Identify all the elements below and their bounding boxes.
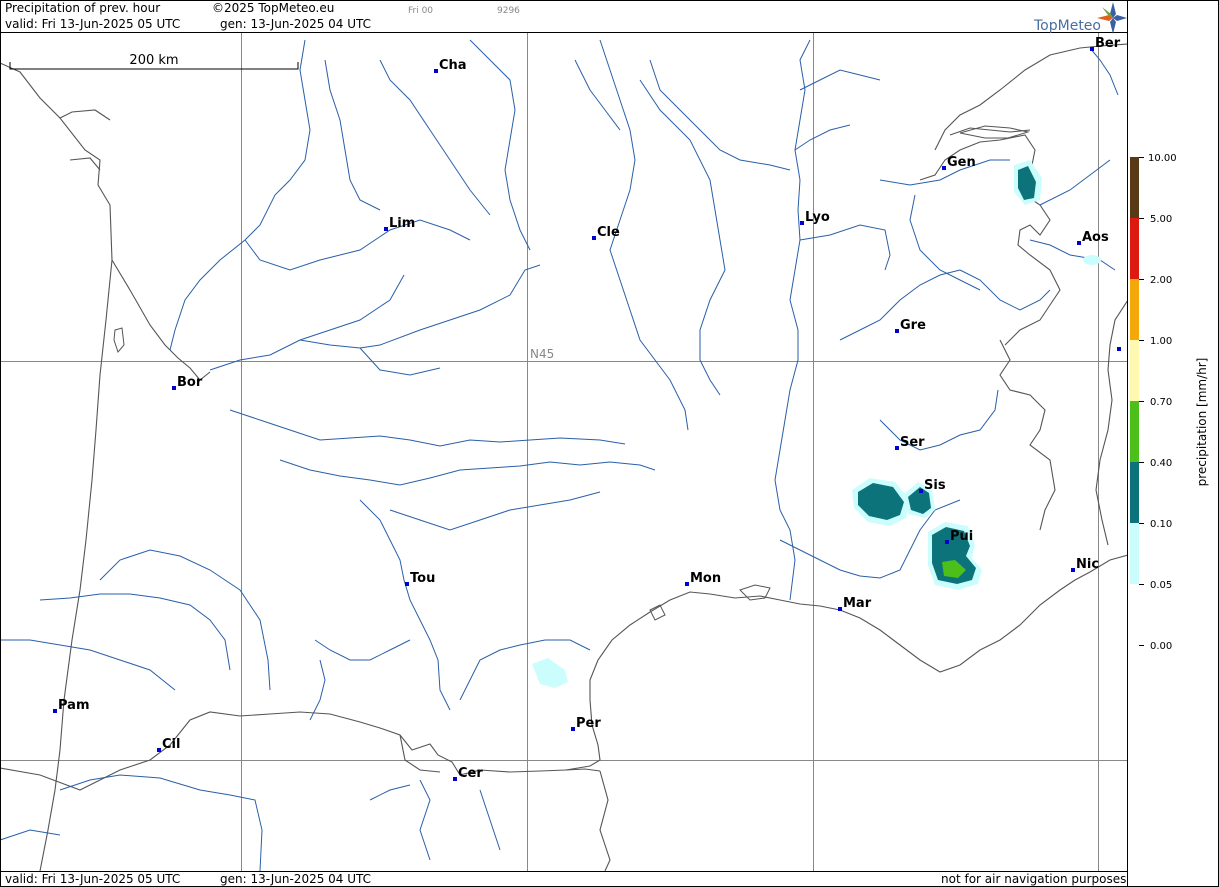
- city-aos[interactable]: Aos: [1077, 230, 1109, 245]
- city-marker-icon: [1071, 568, 1075, 572]
- city-marker-icon: [895, 329, 899, 333]
- city-cle[interactable]: Cle: [592, 225, 620, 240]
- legend-tick: 1.00: [1150, 336, 1172, 347]
- city-label: Pui: [950, 529, 973, 544]
- map-canvas[interactable]: TopMeteo N45 Cha Ber Gen Lim Cle Lyo Aos…: [0, 0, 1219, 887]
- city-markers: Cha Ber Gen Lim Cle Lyo Aos Gre Bor Ser …: [53, 36, 1121, 781]
- legend: 10.00 5.00 2.00 1.00 0.70 0.40 0.10 0.05…: [1130, 153, 1209, 652]
- precip-light-cell: [532, 658, 568, 688]
- city-marker-icon: [942, 166, 946, 170]
- city-label: Nic: [1076, 557, 1099, 572]
- city-marker-icon: [1077, 241, 1081, 245]
- city-label: Cha: [439, 58, 467, 73]
- city-label: Aos: [1082, 230, 1109, 245]
- city-marker-icon: [405, 582, 409, 586]
- legend-tick: 0.00: [1150, 641, 1172, 652]
- city-marker-icon: [172, 386, 176, 390]
- legend-tick: 2.00: [1150, 275, 1172, 286]
- city-gen[interactable]: Gen: [942, 155, 976, 170]
- city-label: Ber: [1095, 36, 1121, 51]
- city-sis[interactable]: Sis: [919, 478, 946, 493]
- city-label: Tou: [410, 571, 435, 586]
- map-area: N45 Cha Ber Gen Lim Cle Lyo Aos Gre Bor …: [1, 33, 1127, 871]
- latitude-label: N45: [530, 347, 554, 361]
- lakes: [113, 125, 1030, 621]
- city-label: Mar: [843, 596, 872, 611]
- city-label: Lyo: [805, 210, 830, 225]
- legend-axis-label: precipitation [mm/hr]: [1195, 358, 1209, 487]
- legend-swatch: [1130, 218, 1139, 279]
- city-label: Per: [576, 716, 601, 731]
- legend-tick: 0.10: [1150, 519, 1172, 530]
- city-marker-icon: [384, 227, 388, 231]
- city-label: Sis: [924, 478, 946, 493]
- city-gre[interactable]: Gre: [895, 318, 926, 333]
- city-pam[interactable]: Pam: [53, 698, 90, 713]
- legend-tick: 0.70: [1150, 397, 1172, 408]
- compass-star-icon: [1097, 2, 1127, 34]
- city-marker-icon: [895, 446, 899, 450]
- city-per[interactable]: Per: [571, 716, 601, 731]
- legend-tick: 0.05: [1150, 580, 1172, 591]
- legend-swatch: [1130, 279, 1139, 340]
- topmeteo-logo: TopMeteo: [1033, 2, 1127, 34]
- legend-swatch: [1130, 523, 1139, 584]
- scale-bar: 200 km: [9, 53, 299, 70]
- legend-tick: 0.40: [1150, 458, 1172, 469]
- city-mon[interactable]: Mon: [685, 571, 721, 586]
- city-ser[interactable]: Ser: [895, 435, 925, 450]
- city-mar[interactable]: Mar: [838, 596, 872, 611]
- city-label: Ser: [900, 435, 925, 450]
- city-cha[interactable]: Cha: [434, 58, 467, 73]
- city-marker-icon: [53, 709, 57, 713]
- city-cer[interactable]: Cer: [453, 766, 483, 781]
- city-marker-icon: [434, 69, 438, 73]
- logo-text: TopMeteo: [1033, 18, 1101, 34]
- city-label: Cil: [162, 737, 180, 752]
- city-marker-icon: [1117, 347, 1121, 351]
- city-marker-icon: [592, 236, 596, 240]
- scale-bar-label: 200 km: [129, 53, 178, 68]
- city-label: Cle: [597, 225, 620, 240]
- city-marker-icon: [945, 540, 949, 544]
- outer-frame: [0, 0, 1219, 887]
- legend-swatch: [1130, 401, 1139, 462]
- city-label: Gre: [900, 318, 926, 333]
- city-marker-icon: [571, 727, 575, 731]
- city-marker-icon: [685, 582, 689, 586]
- city-pui[interactable]: Pui: [945, 529, 973, 544]
- city-label: Lim: [389, 216, 415, 231]
- city-lyo[interactable]: Lyo: [800, 210, 830, 225]
- legend-tick: 5.00: [1150, 214, 1172, 225]
- city-tou[interactable]: Tou: [405, 571, 435, 586]
- city-label: Cer: [458, 766, 483, 781]
- city-cil[interactable]: Cil: [157, 737, 180, 752]
- legend-swatch: [1130, 157, 1139, 218]
- legend-swatch: [1130, 462, 1139, 523]
- city-label: Mon: [690, 571, 721, 586]
- city-label: Bor: [177, 375, 203, 390]
- city-marker-icon: [1090, 47, 1094, 51]
- legend-swatch: [1130, 340, 1139, 401]
- city-bor[interactable]: Bor: [172, 375, 203, 390]
- city-marker-icon: [157, 748, 161, 752]
- city-marker-icon: [838, 607, 842, 611]
- city-label: Pam: [58, 698, 90, 713]
- legend-tick: 10.00: [1148, 153, 1177, 164]
- city-ber[interactable]: Ber: [1090, 36, 1121, 51]
- precip-light-cell: [1083, 255, 1101, 265]
- city-label: Gen: [947, 155, 976, 170]
- city-marker-icon: [800, 221, 804, 225]
- city-nic[interactable]: Nic: [1071, 557, 1099, 572]
- city-marker-icon: [919, 489, 923, 493]
- city-lim[interactable]: Lim: [384, 216, 415, 231]
- city-marker-icon: [453, 777, 457, 781]
